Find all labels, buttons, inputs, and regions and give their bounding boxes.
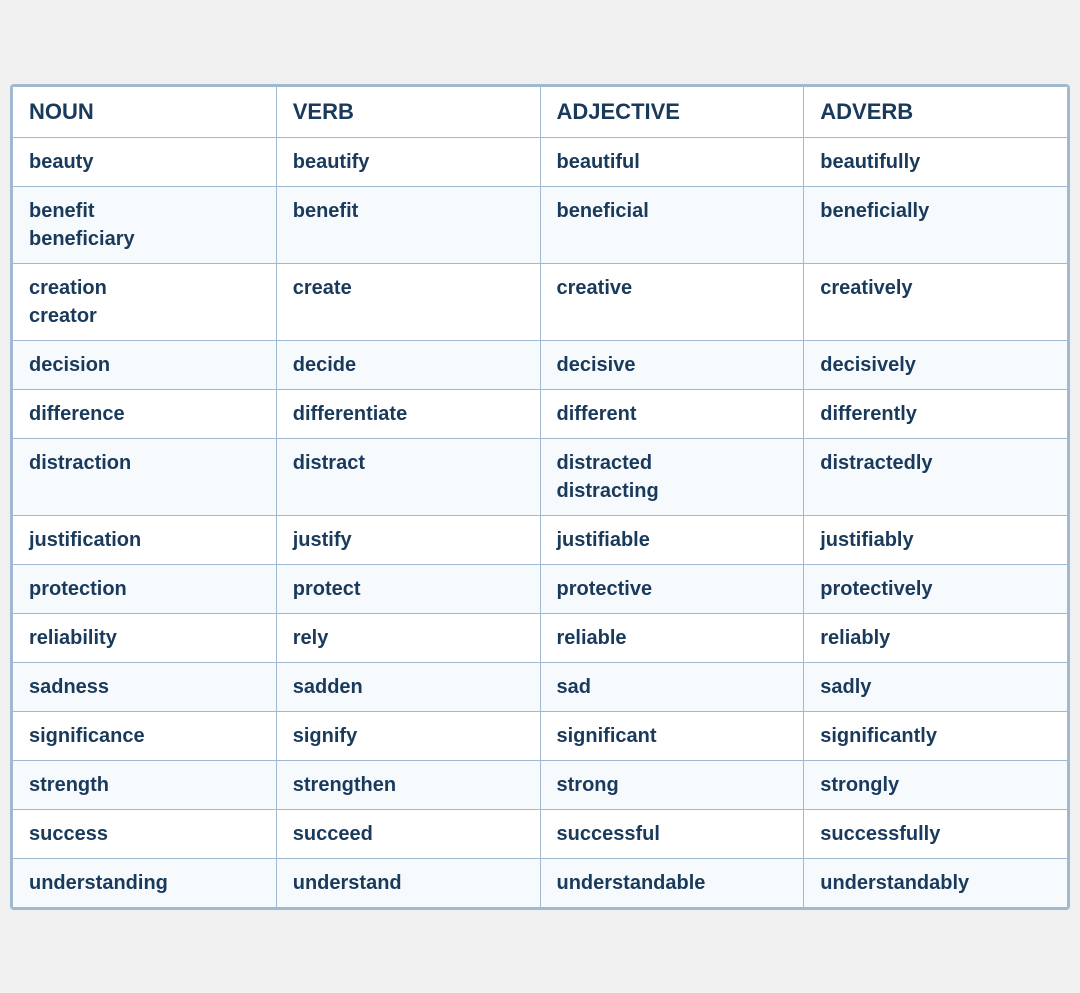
table-cell: decisive [540, 340, 804, 389]
table-cell: creationcreator [13, 263, 277, 340]
table-row: reliabilityrelyreliablereliably [13, 613, 1068, 662]
table-cell: benefitbeneficiary [13, 186, 277, 263]
table-cell: distractedly [804, 438, 1068, 515]
table-cell: distract [276, 438, 540, 515]
table-cell: difference [13, 389, 277, 438]
table-cell: justifiable [540, 515, 804, 564]
table-cell: succeed [276, 809, 540, 858]
table-cell: understand [276, 858, 540, 907]
table-cell: justification [13, 515, 277, 564]
table-row: strengthstrengthenstrongstrongly [13, 760, 1068, 809]
table-cell: reliability [13, 613, 277, 662]
word-forms-table-container: NOUNVERBADJECTIVEADVERB beautybeautifybe… [10, 84, 1070, 910]
table-cell: sadly [804, 662, 1068, 711]
table-row: decisiondecidedecisivedecisively [13, 340, 1068, 389]
table-cell: beautiful [540, 137, 804, 186]
table-cell: beautify [276, 137, 540, 186]
table-cell: creative [540, 263, 804, 340]
column-header-noun: NOUN [13, 86, 277, 137]
table-cell: protect [276, 564, 540, 613]
table-cell: distracteddistracting [540, 438, 804, 515]
table-cell: reliably [804, 613, 1068, 662]
table-cell: beauty [13, 137, 277, 186]
table-cell: protection [13, 564, 277, 613]
table-cell: protective [540, 564, 804, 613]
table-cell: sadden [276, 662, 540, 711]
table-cell: understandable [540, 858, 804, 907]
table-cell: different [540, 389, 804, 438]
table-cell: success [13, 809, 277, 858]
table-row: differencedifferentiatedifferentdifferen… [13, 389, 1068, 438]
table-row: protectionprotectprotectiveprotectively [13, 564, 1068, 613]
table-cell: reliable [540, 613, 804, 662]
table-cell: decide [276, 340, 540, 389]
table-cell: decision [13, 340, 277, 389]
table-cell: decisively [804, 340, 1068, 389]
column-header-adjective: ADJECTIVE [540, 86, 804, 137]
table-cell: significance [13, 711, 277, 760]
table-row: distractiondistractdistracteddistracting… [13, 438, 1068, 515]
word-forms-table: NOUNVERBADJECTIVEADVERB beautybeautifybe… [12, 86, 1068, 908]
table-cell: significantly [804, 711, 1068, 760]
header-row: NOUNVERBADJECTIVEADVERB [13, 86, 1068, 137]
table-cell: differently [804, 389, 1068, 438]
table-cell: understanding [13, 858, 277, 907]
table-row: benefitbeneficiarybenefitbeneficialbenef… [13, 186, 1068, 263]
table-cell: sadness [13, 662, 277, 711]
table-cell: creatively [804, 263, 1068, 340]
table-cell: create [276, 263, 540, 340]
column-header-adverb: ADVERB [804, 86, 1068, 137]
table-cell: rely [276, 613, 540, 662]
table-row: successsucceedsuccessfulsuccessfully [13, 809, 1068, 858]
table-cell: successful [540, 809, 804, 858]
table-row: beautybeautifybeautifulbeautifully [13, 137, 1068, 186]
table-cell: beneficial [540, 186, 804, 263]
table-cell: justify [276, 515, 540, 564]
table-row: justificationjustifyjustifiablejustifiab… [13, 515, 1068, 564]
table-row: significancesignifysignificantsignifican… [13, 711, 1068, 760]
table-cell: understandably [804, 858, 1068, 907]
table-row: sadnesssaddensadsadly [13, 662, 1068, 711]
table-cell: strong [540, 760, 804, 809]
table-cell: strengthen [276, 760, 540, 809]
table-cell: beautifully [804, 137, 1068, 186]
table-row: creationcreatorcreatecreativecreatively [13, 263, 1068, 340]
column-header-verb: VERB [276, 86, 540, 137]
table-cell: distraction [13, 438, 277, 515]
table-cell: sad [540, 662, 804, 711]
table-cell: beneficially [804, 186, 1068, 263]
table-cell: justifiably [804, 515, 1068, 564]
table-cell: strongly [804, 760, 1068, 809]
table-cell: strength [13, 760, 277, 809]
table-row: understandingunderstandunderstandableund… [13, 858, 1068, 907]
table-cell: significant [540, 711, 804, 760]
table-cell: signify [276, 711, 540, 760]
table-cell: protectively [804, 564, 1068, 613]
table-body: beautybeautifybeautifulbeautifullybenefi… [13, 137, 1068, 907]
table-cell: successfully [804, 809, 1068, 858]
table-cell: benefit [276, 186, 540, 263]
table-cell: differentiate [276, 389, 540, 438]
